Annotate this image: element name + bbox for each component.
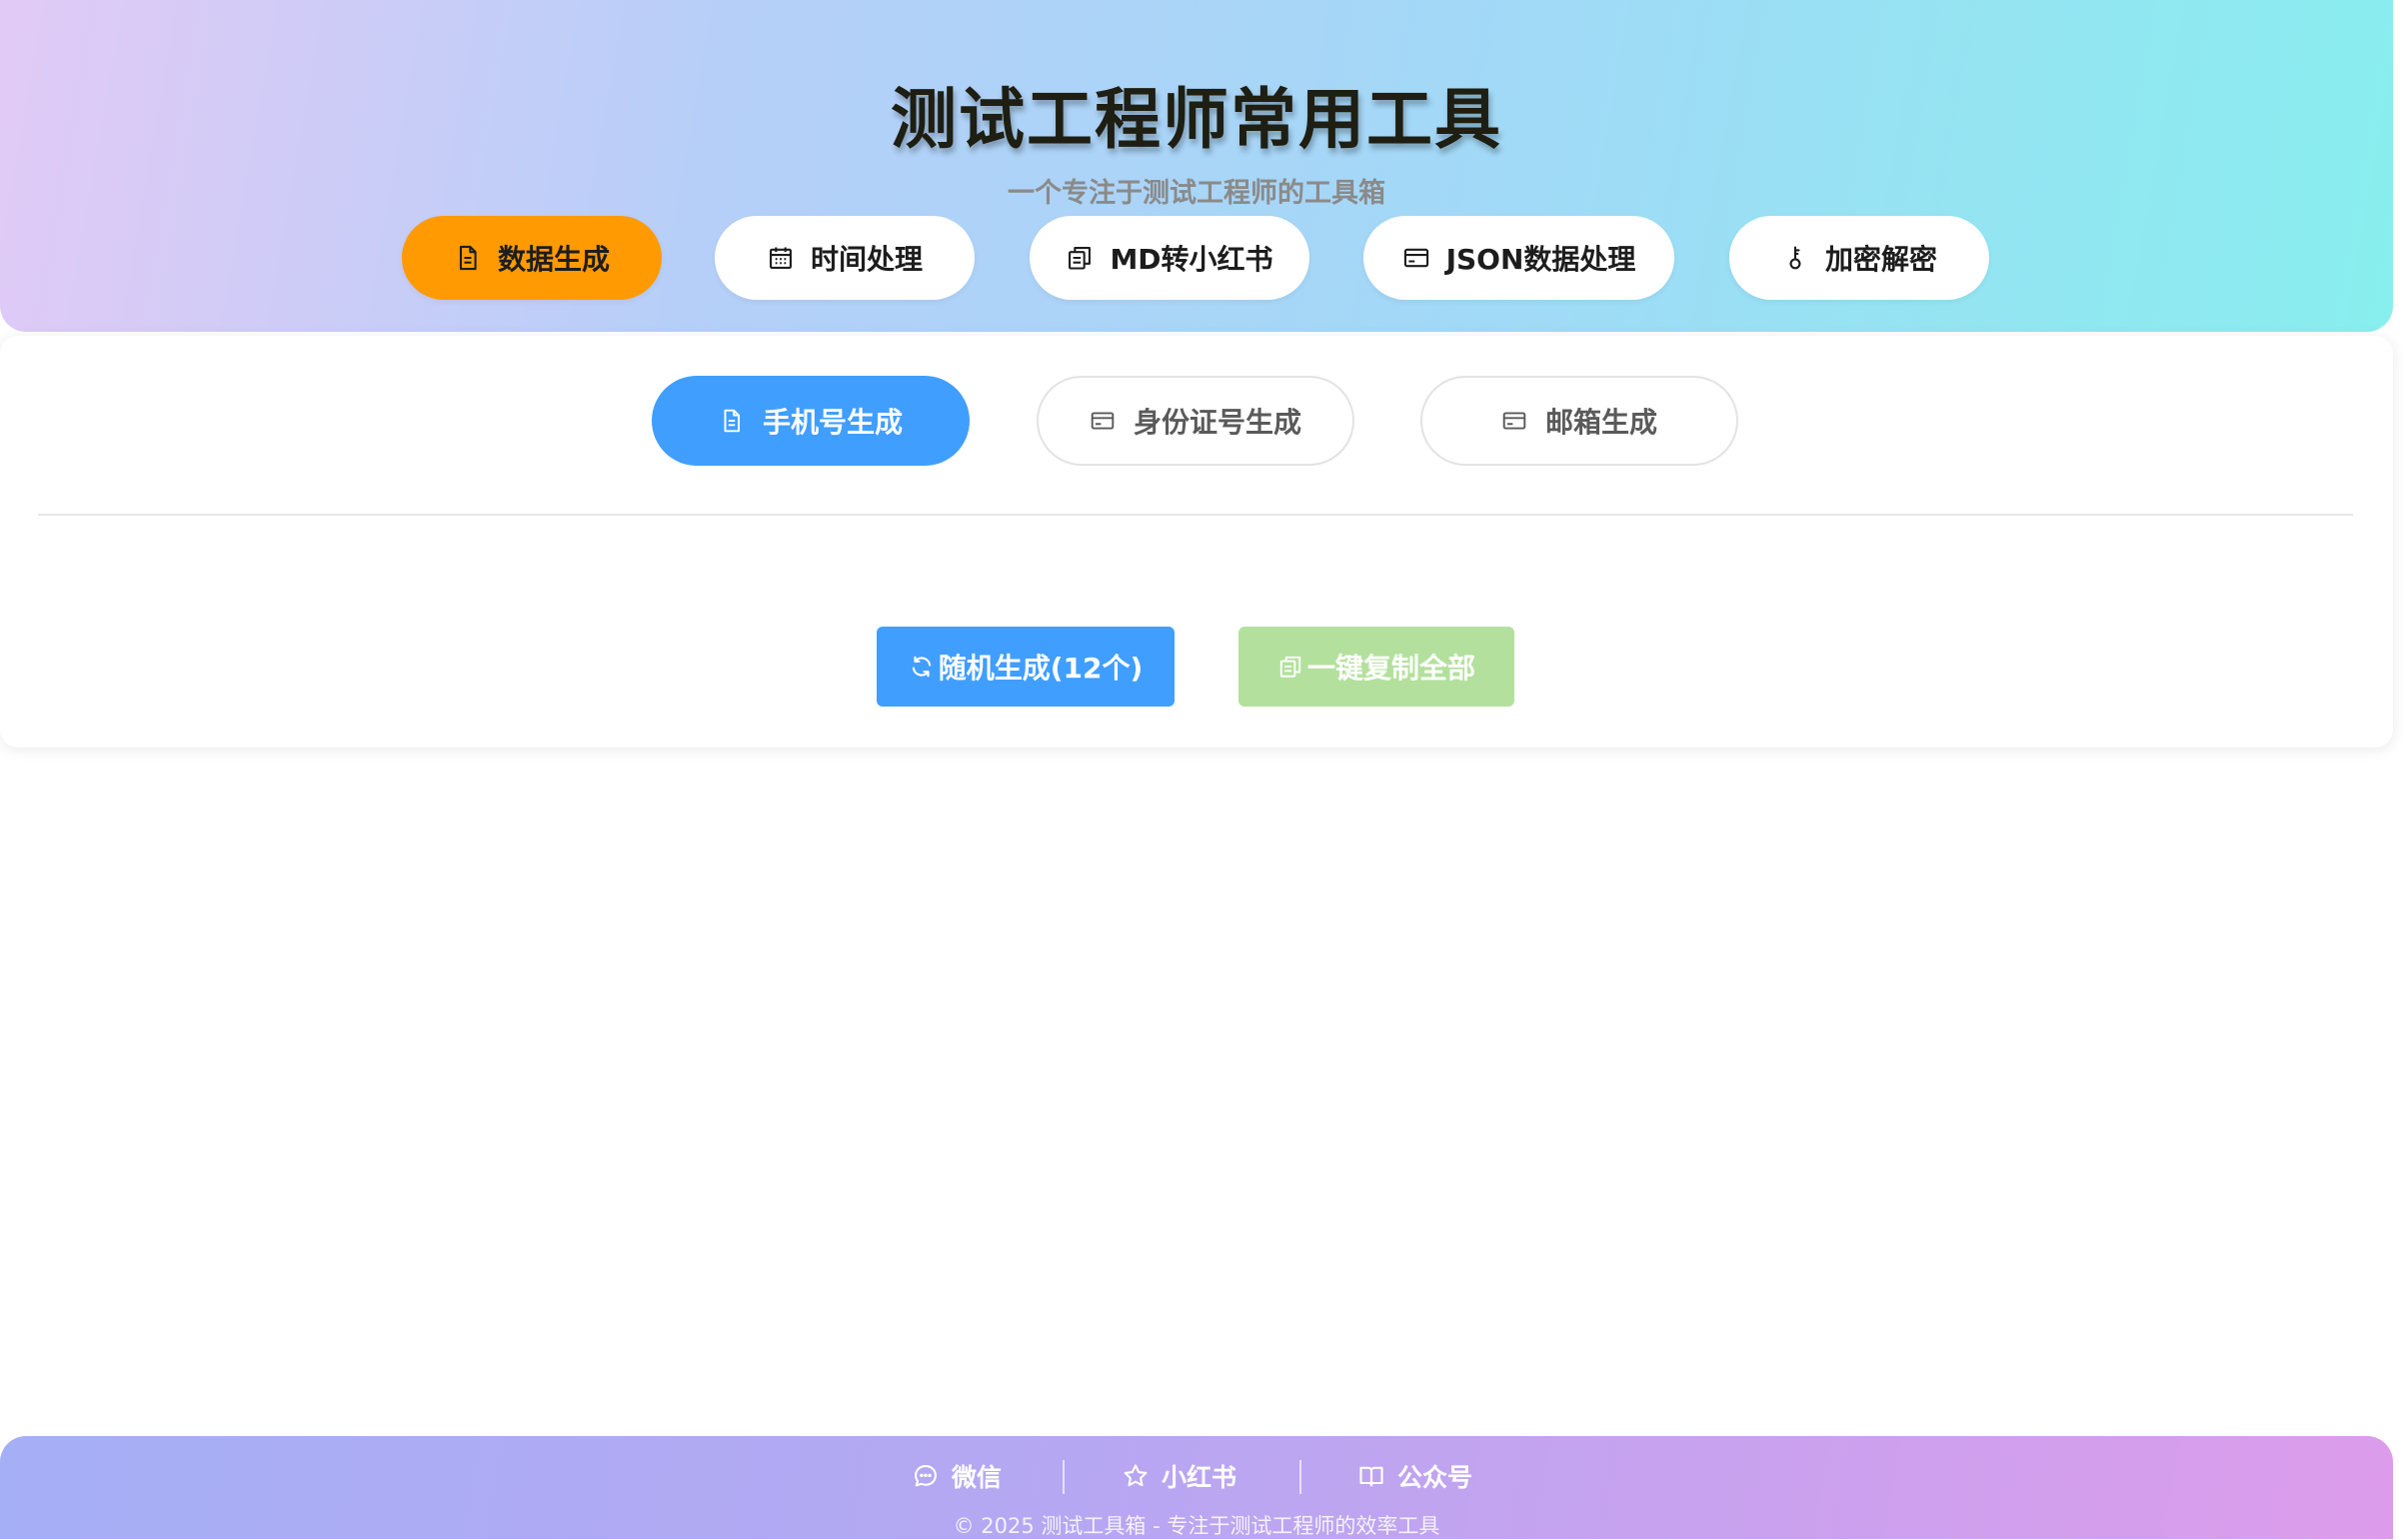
book-icon bbox=[1359, 1466, 1383, 1487]
tab-encrypt-decrypt[interactable]: 加密解密 bbox=[1729, 216, 1989, 300]
copy-icon bbox=[1069, 247, 1092, 270]
footer-separator bbox=[1299, 1460, 1301, 1494]
footer-link-label: 小红书 bbox=[1162, 1463, 1237, 1492]
tab-label: MD转小红书 bbox=[1110, 243, 1273, 276]
tab-label: JSON数据处理 bbox=[1445, 243, 1636, 276]
tab-time-processing[interactable]: 时间处理 bbox=[715, 216, 975, 300]
calendar-icon bbox=[770, 247, 792, 269]
subtab-email-generation[interactable]: 邮箱生成 bbox=[1420, 376, 1738, 466]
footer-separator bbox=[1063, 1460, 1065, 1494]
button-label: 随机生成(12个) bbox=[938, 652, 1144, 685]
card-icon bbox=[1091, 412, 1115, 430]
page-subtitle: 一个专注于测试工程师的工具箱 bbox=[1008, 178, 1385, 209]
subtab-label: 手机号生成 bbox=[762, 406, 903, 439]
divider bbox=[38, 514, 2353, 516]
star-icon bbox=[1124, 1464, 1148, 1487]
refresh-icon bbox=[912, 656, 931, 678]
footer: 微信 小红书 公众号 © 2025 测试工具箱 - 专注于测试工程师的效率工具 bbox=[0, 1436, 2393, 1539]
footer-link-wechat[interactable]: 微信 bbox=[912, 1458, 1002, 1494]
copy-all-button[interactable]: 一键复制全部 bbox=[1238, 627, 1514, 707]
card-icon bbox=[1403, 248, 1428, 268]
tab-json-processing[interactable]: JSON数据处理 bbox=[1363, 216, 1674, 300]
copyright: © 2025 测试工具箱 - 专注于测试工程师的效率工具 bbox=[953, 1514, 1440, 1538]
tab-label: 时间处理 bbox=[810, 243, 923, 276]
card-icon bbox=[1502, 412, 1526, 430]
subtab-label: 身份证号生成 bbox=[1133, 406, 1301, 439]
random-generate-button[interactable]: 随机生成(12个) bbox=[877, 627, 1175, 707]
footer-link-label: 微信 bbox=[952, 1463, 1003, 1492]
tab-label: 加密解密 bbox=[1824, 243, 1937, 276]
document-icon bbox=[724, 409, 741, 433]
footer-link-xiaohongshu[interactable]: 小红书 bbox=[1122, 1458, 1236, 1494]
footer-link-official-account[interactable]: 公众号 bbox=[1357, 1458, 1472, 1494]
tab-data-generation[interactable]: 数据生成 bbox=[402, 216, 662, 300]
subtab-phone-generation[interactable]: 手机号生成 bbox=[652, 376, 970, 466]
subtab-id-card-generation[interactable]: 身份证号生成 bbox=[1037, 376, 1354, 466]
tab-md-to-xiaohongshu[interactable]: MD转小红书 bbox=[1030, 216, 1309, 300]
content-panel: 手机号生成 身份证号生成 邮箱生成 随机生成(12个) 一键复制全部 bbox=[0, 336, 2393, 748]
chat-icon bbox=[915, 1465, 937, 1487]
header: 测试工程师常用工具 一个专注于测试工程师的工具箱 数据生成 时间处理 MD转小红… bbox=[0, 0, 2393, 332]
page-title: 测试工程师常用工具 bbox=[891, 81, 1502, 158]
document-icon bbox=[459, 245, 477, 271]
key-icon bbox=[1789, 246, 1801, 270]
footer-link-label: 公众号 bbox=[1397, 1463, 1473, 1492]
button-label: 一键复制全部 bbox=[1306, 652, 1475, 685]
tab-label: 数据生成 bbox=[497, 243, 610, 276]
subtab-label: 邮箱生成 bbox=[1544, 406, 1657, 439]
copy-icon bbox=[1279, 656, 1301, 678]
